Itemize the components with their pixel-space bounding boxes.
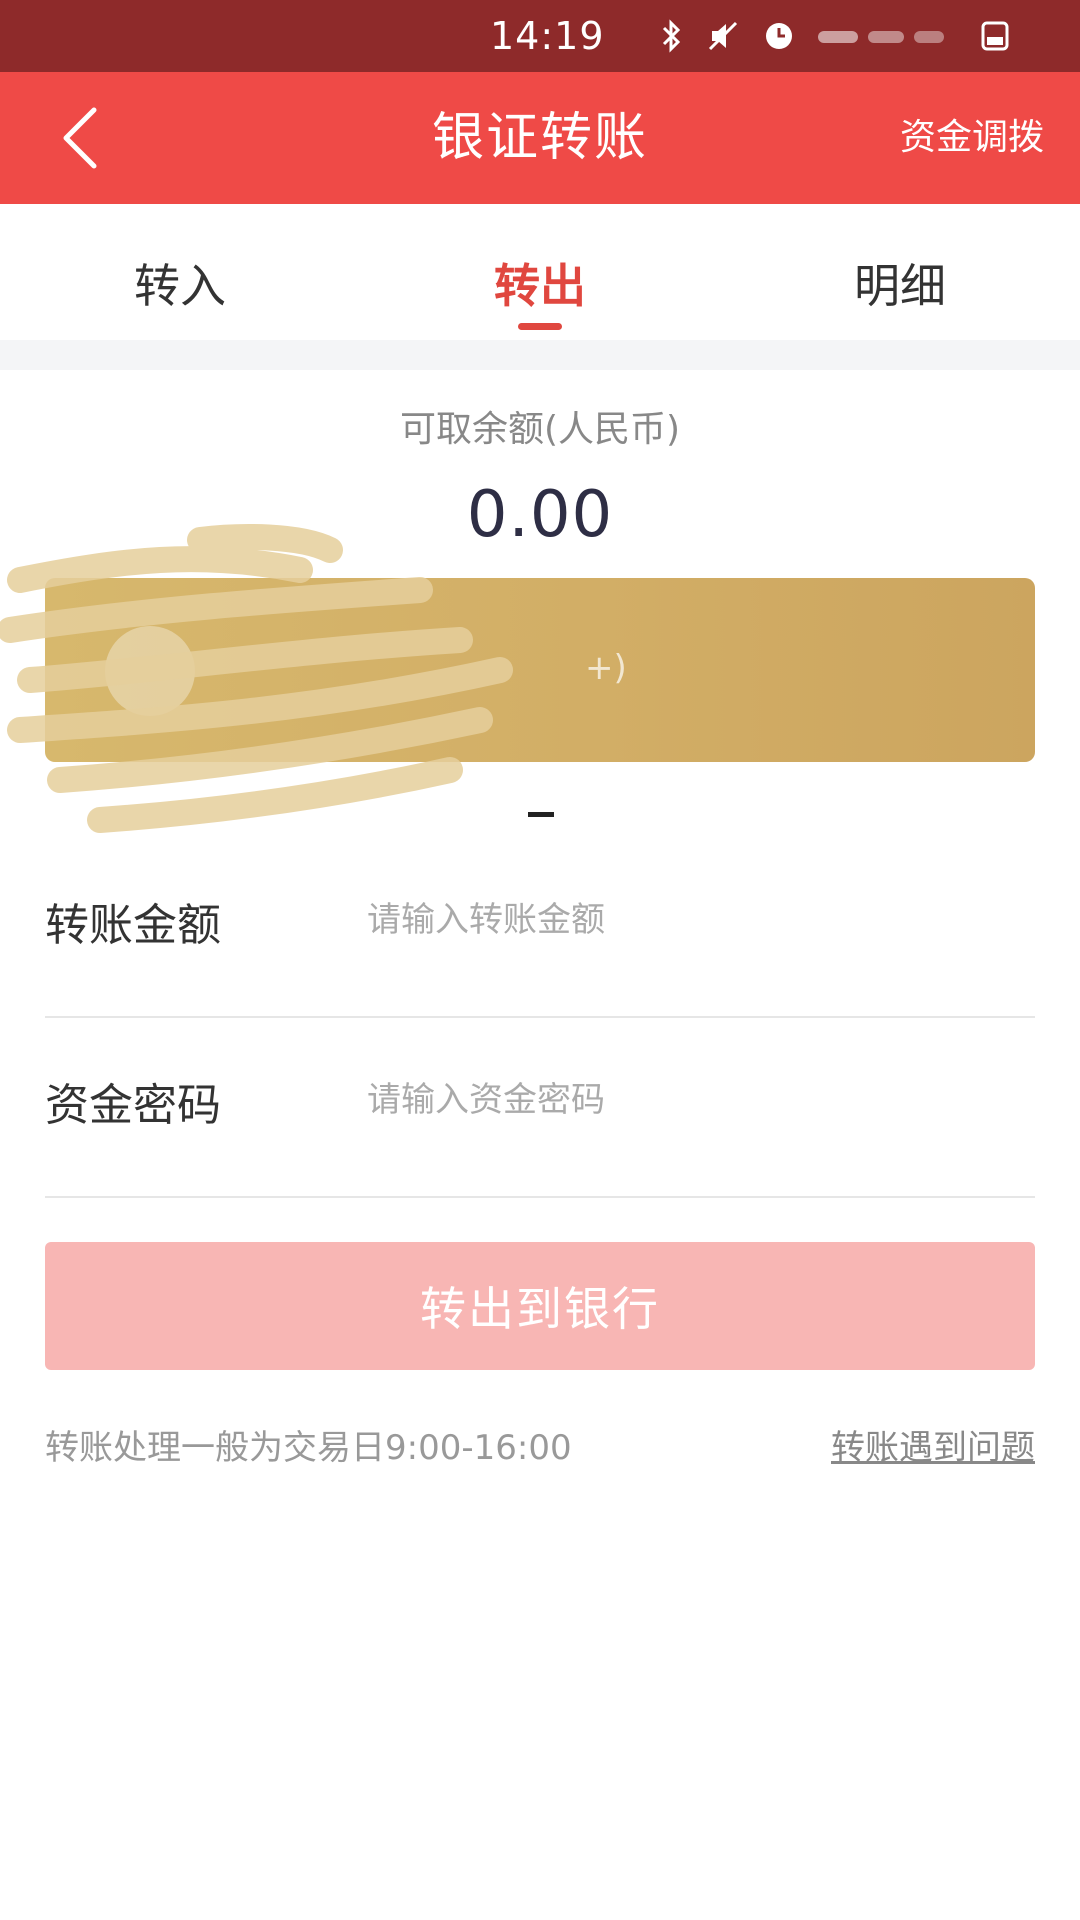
section-divider — [0, 340, 1080, 370]
amount-row: 转账金额 — [45, 838, 1035, 1018]
balance-value: 0.00 — [466, 478, 614, 552]
mute-icon — [708, 21, 738, 51]
amount-input[interactable] — [367, 890, 1027, 950]
signal-icon — [818, 31, 944, 43]
transfer-help-link[interactable]: 转账遇到问题 — [831, 1420, 1035, 1469]
tab-label: 转出 — [494, 259, 586, 313]
tab-label: 转入 — [134, 259, 226, 313]
bank-card-selector[interactable]: +) — [45, 578, 1035, 762]
transfer-hours-note: 转账处理一般为交易日9:00-16:00 — [45, 1428, 572, 1468]
fund-allocation-link[interactable]: 资金调拨 — [900, 72, 1044, 204]
alarm-icon — [766, 23, 792, 49]
tab-label: 明细 — [854, 259, 946, 313]
card-dash — [528, 812, 554, 817]
tab-details[interactable]: 明细 — [720, 204, 1080, 340]
status-icons — [660, 16, 1010, 56]
tab-transfer-in[interactable]: 转入 — [0, 204, 360, 340]
status-time: 14:19 — [490, 14, 605, 58]
balance-label: 可取余额(人民币) — [399, 409, 681, 450]
password-row: 资金密码 — [45, 1018, 1035, 1198]
bluetooth-icon — [662, 19, 681, 53]
tab-bar: 转入 转出 明细 — [0, 204, 1080, 340]
tab-transfer-out[interactable]: 转出 — [360, 204, 720, 340]
battery-icon — [981, 21, 1009, 51]
tab-active-indicator — [518, 323, 562, 330]
status-bar: 14:19 — [0, 0, 1080, 72]
password-input[interactable] — [367, 1070, 1027, 1130]
bank-logo-icon — [105, 626, 195, 716]
transfer-to-bank-button[interactable]: 转出到银行 — [45, 1242, 1035, 1370]
password-label: 资金密码 — [45, 1080, 221, 1131]
card-mark-icon: +) — [585, 648, 627, 688]
amount-label: 转账金额 — [45, 900, 221, 951]
app-header: 银证转账 资金调拨 — [0, 72, 1080, 204]
